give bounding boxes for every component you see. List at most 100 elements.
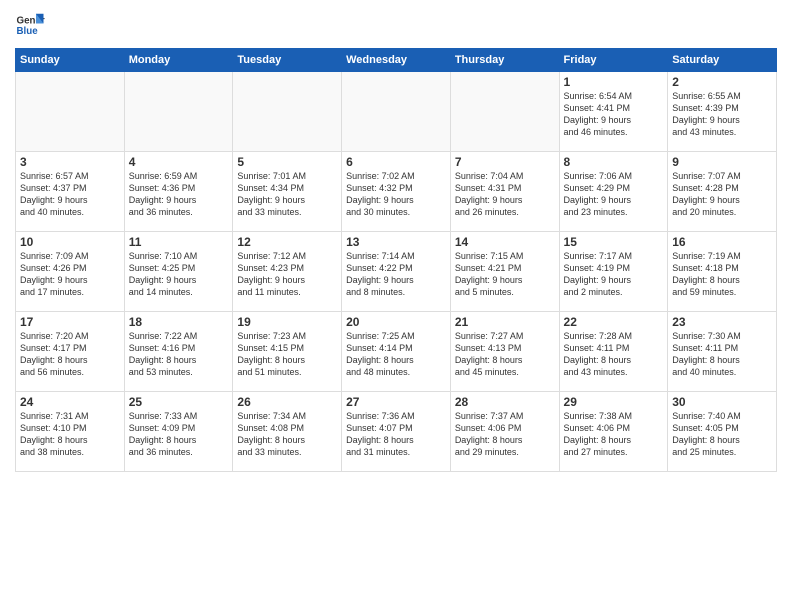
day-number: 6	[346, 155, 446, 169]
day-info: Sunrise: 7:38 AM Sunset: 4:06 PM Dayligh…	[564, 410, 664, 459]
day-number: 17	[20, 315, 120, 329]
calendar-cell	[16, 72, 125, 152]
day-number: 29	[564, 395, 664, 409]
day-number: 3	[20, 155, 120, 169]
calendar-cell: 6Sunrise: 7:02 AM Sunset: 4:32 PM Daylig…	[342, 152, 451, 232]
calendar-cell: 3Sunrise: 6:57 AM Sunset: 4:37 PM Daylig…	[16, 152, 125, 232]
calendar-cell: 25Sunrise: 7:33 AM Sunset: 4:09 PM Dayli…	[124, 392, 233, 472]
day-info: Sunrise: 6:54 AM Sunset: 4:41 PM Dayligh…	[564, 90, 664, 139]
day-number: 13	[346, 235, 446, 249]
header-monday: Monday	[124, 49, 233, 72]
calendar-cell: 18Sunrise: 7:22 AM Sunset: 4:16 PM Dayli…	[124, 312, 233, 392]
day-info: Sunrise: 7:06 AM Sunset: 4:29 PM Dayligh…	[564, 170, 664, 219]
calendar-week-2: 3Sunrise: 6:57 AM Sunset: 4:37 PM Daylig…	[16, 152, 777, 232]
calendar-cell: 1Sunrise: 6:54 AM Sunset: 4:41 PM Daylig…	[559, 72, 668, 152]
calendar-week-5: 24Sunrise: 7:31 AM Sunset: 4:10 PM Dayli…	[16, 392, 777, 472]
day-number: 28	[455, 395, 555, 409]
day-number: 30	[672, 395, 772, 409]
day-number: 16	[672, 235, 772, 249]
day-info: Sunrise: 7:27 AM Sunset: 4:13 PM Dayligh…	[455, 330, 555, 379]
day-number: 7	[455, 155, 555, 169]
day-info: Sunrise: 6:59 AM Sunset: 4:36 PM Dayligh…	[129, 170, 229, 219]
day-info: Sunrise: 7:04 AM Sunset: 4:31 PM Dayligh…	[455, 170, 555, 219]
calendar-cell: 7Sunrise: 7:04 AM Sunset: 4:31 PM Daylig…	[450, 152, 559, 232]
header-thursday: Thursday	[450, 49, 559, 72]
calendar-cell: 24Sunrise: 7:31 AM Sunset: 4:10 PM Dayli…	[16, 392, 125, 472]
day-number: 14	[455, 235, 555, 249]
calendar-week-4: 17Sunrise: 7:20 AM Sunset: 4:17 PM Dayli…	[16, 312, 777, 392]
calendar-cell: 8Sunrise: 7:06 AM Sunset: 4:29 PM Daylig…	[559, 152, 668, 232]
calendar-cell: 21Sunrise: 7:27 AM Sunset: 4:13 PM Dayli…	[450, 312, 559, 392]
calendar-cell: 17Sunrise: 7:20 AM Sunset: 4:17 PM Dayli…	[16, 312, 125, 392]
calendar-cell: 19Sunrise: 7:23 AM Sunset: 4:15 PM Dayli…	[233, 312, 342, 392]
calendar-cell: 9Sunrise: 7:07 AM Sunset: 4:28 PM Daylig…	[668, 152, 777, 232]
day-info: Sunrise: 7:33 AM Sunset: 4:09 PM Dayligh…	[129, 410, 229, 459]
calendar-cell: 28Sunrise: 7:37 AM Sunset: 4:06 PM Dayli…	[450, 392, 559, 472]
calendar-cell: 16Sunrise: 7:19 AM Sunset: 4:18 PM Dayli…	[668, 232, 777, 312]
day-info: Sunrise: 7:09 AM Sunset: 4:26 PM Dayligh…	[20, 250, 120, 299]
header-saturday: Saturday	[668, 49, 777, 72]
day-info: Sunrise: 6:55 AM Sunset: 4:39 PM Dayligh…	[672, 90, 772, 139]
logo-icon: General Blue	[15, 10, 45, 40]
day-info: Sunrise: 7:17 AM Sunset: 4:19 PM Dayligh…	[564, 250, 664, 299]
calendar-cell: 27Sunrise: 7:36 AM Sunset: 4:07 PM Dayli…	[342, 392, 451, 472]
calendar-cell: 11Sunrise: 7:10 AM Sunset: 4:25 PM Dayli…	[124, 232, 233, 312]
calendar-cell: 4Sunrise: 6:59 AM Sunset: 4:36 PM Daylig…	[124, 152, 233, 232]
calendar-cell: 14Sunrise: 7:15 AM Sunset: 4:21 PM Dayli…	[450, 232, 559, 312]
day-info: Sunrise: 7:12 AM Sunset: 4:23 PM Dayligh…	[237, 250, 337, 299]
day-number: 1	[564, 75, 664, 89]
day-number: 24	[20, 395, 120, 409]
calendar-cell	[342, 72, 451, 152]
day-number: 23	[672, 315, 772, 329]
day-number: 21	[455, 315, 555, 329]
day-info: Sunrise: 7:19 AM Sunset: 4:18 PM Dayligh…	[672, 250, 772, 299]
day-number: 5	[237, 155, 337, 169]
day-info: Sunrise: 7:02 AM Sunset: 4:32 PM Dayligh…	[346, 170, 446, 219]
calendar-cell: 23Sunrise: 7:30 AM Sunset: 4:11 PM Dayli…	[668, 312, 777, 392]
calendar-table: SundayMondayTuesdayWednesdayThursdayFrid…	[15, 48, 777, 472]
day-number: 18	[129, 315, 229, 329]
day-info: Sunrise: 7:30 AM Sunset: 4:11 PM Dayligh…	[672, 330, 772, 379]
day-info: Sunrise: 7:20 AM Sunset: 4:17 PM Dayligh…	[20, 330, 120, 379]
calendar-cell: 2Sunrise: 6:55 AM Sunset: 4:39 PM Daylig…	[668, 72, 777, 152]
calendar-cell	[450, 72, 559, 152]
calendar-week-1: 1Sunrise: 6:54 AM Sunset: 4:41 PM Daylig…	[16, 72, 777, 152]
calendar-cell: 15Sunrise: 7:17 AM Sunset: 4:19 PM Dayli…	[559, 232, 668, 312]
day-info: Sunrise: 7:25 AM Sunset: 4:14 PM Dayligh…	[346, 330, 446, 379]
calendar-cell: 5Sunrise: 7:01 AM Sunset: 4:34 PM Daylig…	[233, 152, 342, 232]
calendar-cell: 12Sunrise: 7:12 AM Sunset: 4:23 PM Dayli…	[233, 232, 342, 312]
day-info: Sunrise: 7:14 AM Sunset: 4:22 PM Dayligh…	[346, 250, 446, 299]
header-sunday: Sunday	[16, 49, 125, 72]
calendar-cell: 26Sunrise: 7:34 AM Sunset: 4:08 PM Dayli…	[233, 392, 342, 472]
calendar-cell: 10Sunrise: 7:09 AM Sunset: 4:26 PM Dayli…	[16, 232, 125, 312]
calendar-header-row: SundayMondayTuesdayWednesdayThursdayFrid…	[16, 49, 777, 72]
day-info: Sunrise: 7:37 AM Sunset: 4:06 PM Dayligh…	[455, 410, 555, 459]
day-number: 11	[129, 235, 229, 249]
day-number: 8	[564, 155, 664, 169]
day-number: 20	[346, 315, 446, 329]
day-info: Sunrise: 7:23 AM Sunset: 4:15 PM Dayligh…	[237, 330, 337, 379]
header-friday: Friday	[559, 49, 668, 72]
day-info: Sunrise: 7:31 AM Sunset: 4:10 PM Dayligh…	[20, 410, 120, 459]
day-number: 26	[237, 395, 337, 409]
day-number: 9	[672, 155, 772, 169]
day-number: 12	[237, 235, 337, 249]
day-number: 10	[20, 235, 120, 249]
day-number: 4	[129, 155, 229, 169]
header-tuesday: Tuesday	[233, 49, 342, 72]
main-container: General Blue SundayMondayTuesdayWednesda…	[0, 0, 792, 477]
day-info: Sunrise: 7:28 AM Sunset: 4:11 PM Dayligh…	[564, 330, 664, 379]
day-info: Sunrise: 7:01 AM Sunset: 4:34 PM Dayligh…	[237, 170, 337, 219]
calendar-cell: 22Sunrise: 7:28 AM Sunset: 4:11 PM Dayli…	[559, 312, 668, 392]
day-number: 25	[129, 395, 229, 409]
day-number: 22	[564, 315, 664, 329]
day-info: Sunrise: 7:34 AM Sunset: 4:08 PM Dayligh…	[237, 410, 337, 459]
day-info: Sunrise: 7:36 AM Sunset: 4:07 PM Dayligh…	[346, 410, 446, 459]
calendar-cell: 30Sunrise: 7:40 AM Sunset: 4:05 PM Dayli…	[668, 392, 777, 472]
day-info: Sunrise: 7:07 AM Sunset: 4:28 PM Dayligh…	[672, 170, 772, 219]
header-section: General Blue	[15, 10, 777, 40]
day-info: Sunrise: 7:10 AM Sunset: 4:25 PM Dayligh…	[129, 250, 229, 299]
day-number: 27	[346, 395, 446, 409]
calendar-cell	[233, 72, 342, 152]
header-wednesday: Wednesday	[342, 49, 451, 72]
